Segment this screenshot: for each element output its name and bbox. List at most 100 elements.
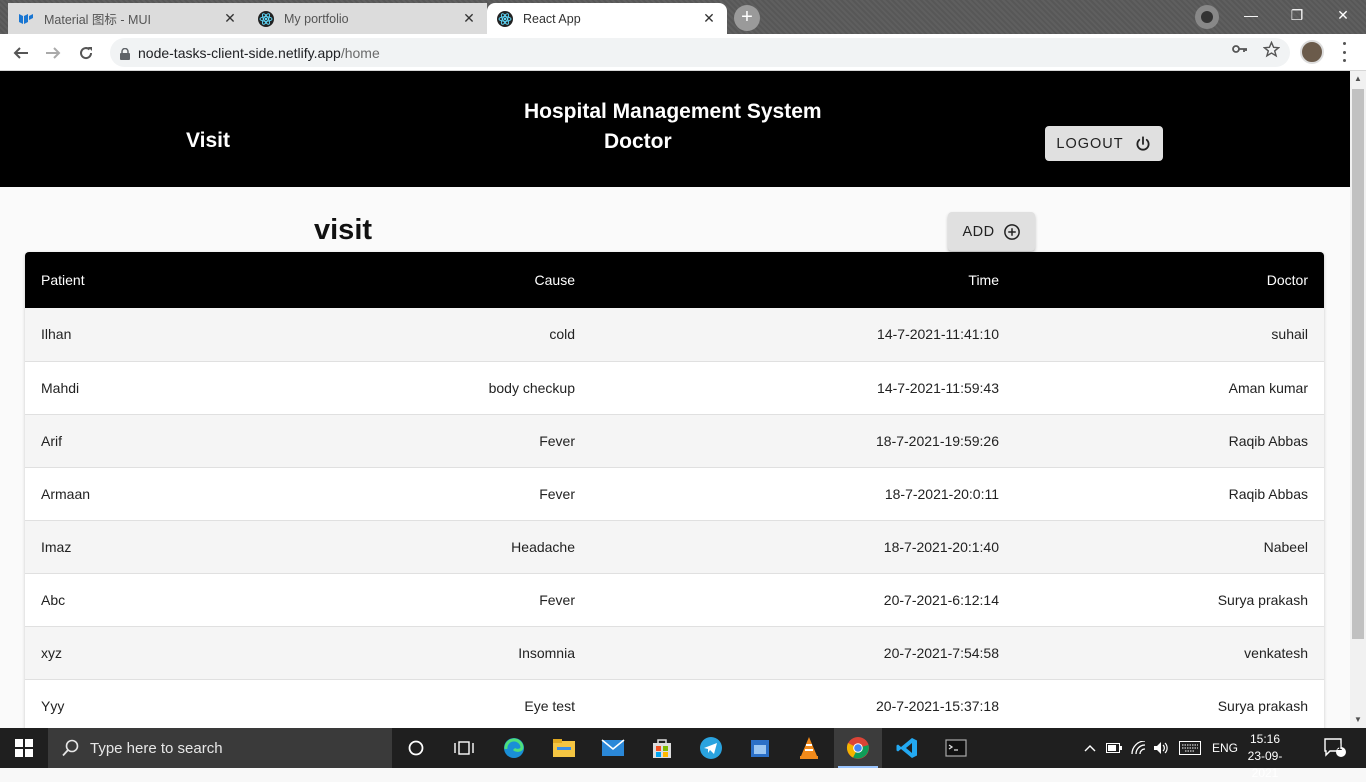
cell-cause: Fever [539, 432, 575, 449]
battery-icon[interactable] [1106, 728, 1122, 768]
vlc-icon[interactable] [785, 728, 833, 768]
tab-title: Material 图标 - MUI [44, 13, 151, 27]
cortana-icon[interactable] [392, 728, 440, 768]
cell-patient: Yyy [41, 697, 65, 714]
telegram-icon[interactable] [687, 728, 735, 768]
bookmark-star-icon[interactable] [1262, 40, 1281, 62]
cell-time: 14-7-2021-11:59:43 [877, 379, 999, 396]
close-icon[interactable]: ✕ [461, 10, 477, 27]
header-cause[interactable]: Cause [245, 252, 591, 308]
key-icon[interactable] [1232, 41, 1248, 61]
browser-tabstrip: Material 图标 - MUI ✕ My portfolio ✕ React… [0, 0, 1366, 34]
show-hidden-icons-chevron-icon[interactable] [1084, 728, 1096, 768]
cell-doctor: Aman kumar [1228, 379, 1308, 396]
cell-doctor: Nabeel [1263, 538, 1308, 555]
mui-logo-icon [18, 11, 34, 27]
header-patient[interactable]: Patient [25, 252, 245, 308]
cell-cause: Fever [539, 485, 575, 502]
react-logo-icon [497, 10, 513, 27]
task-view-icon[interactable] [440, 728, 488, 768]
chrome-icon[interactable] [834, 728, 882, 768]
cell-cause: Insomnia [518, 644, 575, 661]
tab-search-icon[interactable] [1195, 5, 1219, 29]
back-arrow-icon[interactable] [8, 40, 34, 66]
store-icon[interactable] [638, 728, 686, 768]
browser-tab-mui[interactable]: Material 图标 - MUI ✕ [8, 3, 248, 34]
cell-doctor: Raqib Abbas [1228, 432, 1308, 449]
taskbar-clock[interactable]: 15:16 23-09-2021 [1238, 731, 1292, 782]
scrollbar-thumb[interactable] [1352, 89, 1364, 639]
page-scrollbar[interactable]: ▲ ▼ [1350, 71, 1366, 728]
windows-taskbar: Type here to search ENG 15:16 23-09-2021… [0, 728, 1366, 780]
table-row[interactable]: Arif Fever 18-7-2021-19:59:26 Raqib Abba… [25, 414, 1324, 467]
close-icon[interactable]: ✕ [701, 10, 717, 27]
cell-cause: body checkup [488, 379, 575, 396]
vscode-icon[interactable] [883, 728, 931, 768]
clock-date: 23-09-2021 [1247, 749, 1283, 780]
cell-time: 20-7-2021-15:37:18 [876, 697, 999, 714]
cell-doctor: Raqib Abbas [1228, 485, 1308, 502]
power-icon [1134, 135, 1152, 153]
address-bar[interactable]: node-tasks-client-side.netlify.app/home [110, 38, 1290, 67]
cell-doctor: suhail [1271, 326, 1308, 343]
scroll-up-arrow-icon[interactable]: ▲ [1350, 71, 1366, 87]
table-row[interactable]: Ilhan cold 14-7-2021-11:41:10 suhail [25, 308, 1324, 361]
user-role: Doctor [604, 130, 672, 153]
terminal-icon[interactable] [932, 728, 980, 768]
table-row[interactable]: Mahdi body checkup 14-7-2021-11:59:43 Am… [25, 361, 1324, 414]
new-tab-button[interactable]: + [734, 5, 760, 31]
restore-icon[interactable]: ❐ [1274, 0, 1320, 30]
app-window-icon[interactable] [736, 728, 784, 768]
cell-patient: Abc [41, 591, 66, 608]
profile-avatar[interactable] [1300, 40, 1324, 64]
cell-time: 18-7-2021-20:0:11 [884, 485, 999, 502]
reload-icon[interactable] [73, 40, 99, 66]
browser-tab-portfolio[interactable]: My portfolio ✕ [248, 3, 487, 34]
app-title: Hospital Management System [524, 100, 822, 123]
window-close-icon[interactable]: ✕ [1320, 0, 1366, 30]
cell-cause: Headache [511, 538, 575, 555]
table-row[interactable]: Armaan Fever 18-7-2021-20:0:11 Raqib Abb… [25, 467, 1324, 520]
taskbar-search-input[interactable]: Type here to search [48, 728, 392, 768]
edge-icon[interactable] [490, 728, 538, 768]
visits-table: Patient Cause Time Doctor Ilhan cold 14-… [25, 252, 1324, 728]
windows-start-icon[interactable] [0, 728, 48, 768]
cell-patient: Ilhan [41, 326, 72, 343]
notification-count: 1 [1337, 742, 1343, 752]
table-row[interactable]: Abc Fever 20-7-2021-6:12:14 Surya prakas… [25, 573, 1324, 626]
table-row[interactable]: Yyy Eye test 20-7-2021-15:37:18 Surya pr… [25, 679, 1324, 728]
url-host: node-tasks-client-side.netlify.app [138, 44, 341, 61]
cell-time: 20-7-2021-7:54:58 [883, 644, 999, 661]
page-content: Visit Hospital Management System Doctor … [0, 71, 1350, 728]
add-visit-button[interactable]: ADD [948, 212, 1035, 251]
keyboard-icon[interactable] [1179, 728, 1201, 768]
mail-icon[interactable] [589, 728, 637, 768]
menu-dots-icon[interactable] [1337, 42, 1351, 62]
logout-label: LOGOUT [1056, 135, 1124, 152]
logout-button[interactable]: LOGOUT [1045, 126, 1163, 161]
clock-time: 15:16 [1249, 732, 1281, 746]
table-row[interactable]: xyz Insomnia 20-7-2021-7:54:58 venkatesh [25, 626, 1324, 679]
header-time[interactable]: Time [591, 252, 1015, 308]
header-doctor[interactable]: Doctor [1015, 252, 1324, 308]
cell-time: 20-7-2021-6:12:14 [883, 591, 999, 608]
section-title: visit [314, 214, 373, 246]
search-icon [62, 739, 80, 757]
browser-tab-react-app[interactable]: React App ✕ [487, 3, 727, 34]
input-language[interactable]: ENG [1212, 728, 1238, 768]
minimize-icon[interactable]: — [1228, 0, 1274, 30]
notification-center-icon[interactable]: 1 [1324, 728, 1346, 768]
scroll-down-arrow-icon[interactable]: ▼ [1350, 712, 1366, 728]
nav-visit-link[interactable]: Visit [186, 129, 230, 153]
tab-title: React App [523, 11, 581, 26]
forward-arrow-icon[interactable] [40, 40, 66, 66]
lock-icon[interactable] [120, 47, 130, 60]
close-icon[interactable]: ✕ [222, 10, 238, 27]
volume-icon[interactable] [1153, 728, 1169, 768]
search-placeholder: Type here to search [90, 739, 223, 757]
cell-patient: Arif [41, 432, 62, 449]
wifi-icon[interactable] [1131, 728, 1147, 768]
table-row[interactable]: Imaz Headache 18-7-2021-20:1:40 Nabeel [25, 520, 1324, 573]
file-explorer-icon[interactable] [540, 728, 588, 768]
cell-cause: Eye test [524, 697, 575, 714]
